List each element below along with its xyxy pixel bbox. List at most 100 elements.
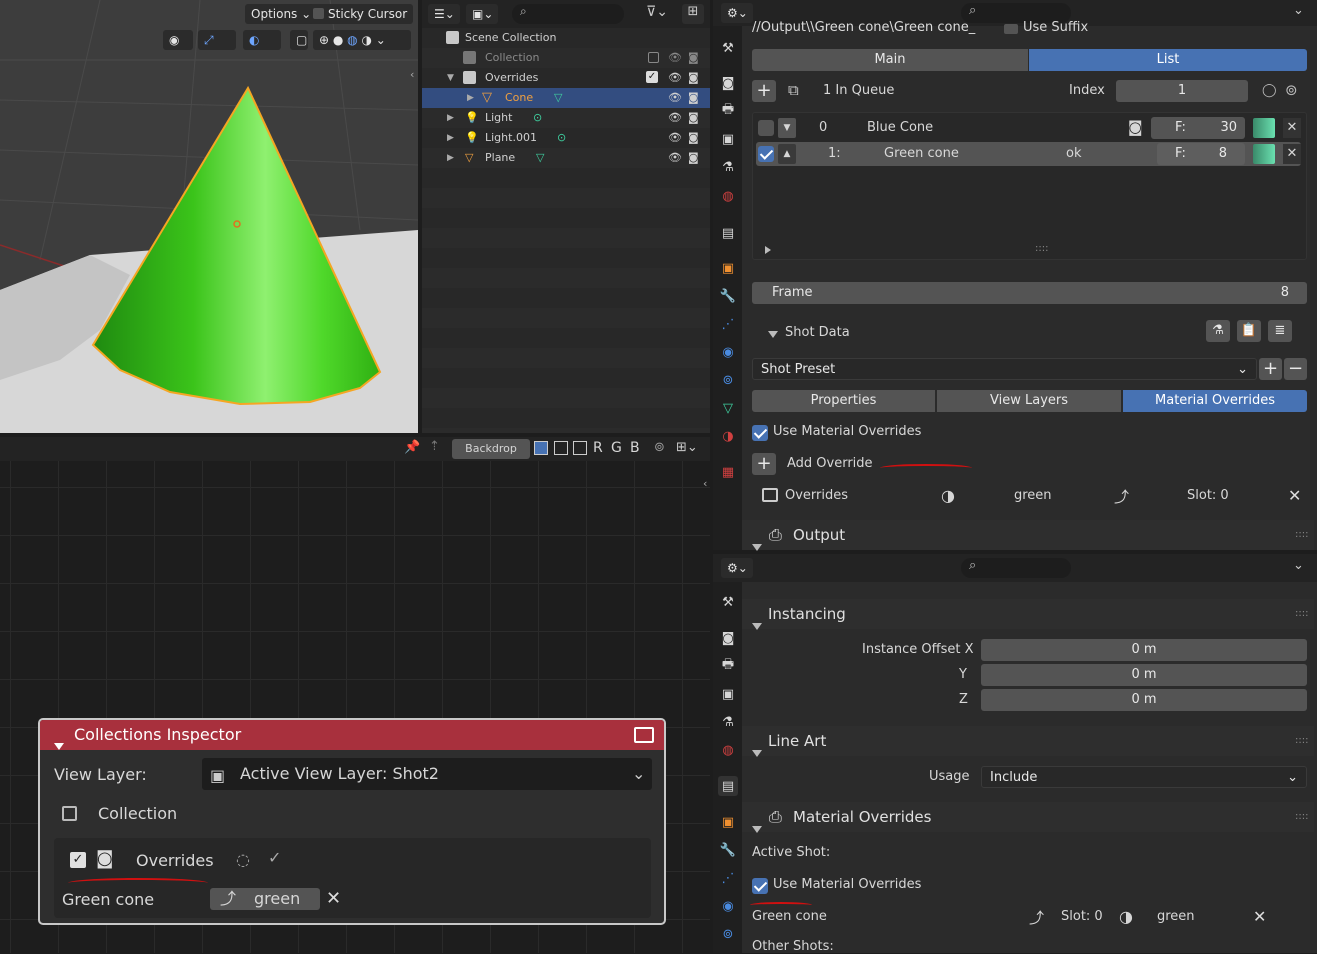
line-art-section-header[interactable]: Line Art :::: [742,726,1314,757]
green-channel-toggle[interactable]: G [611,440,622,456]
list-item[interactable]: ▲ 1: Green cone ok F: 8 ✕ [756,142,1301,166]
list-icon[interactable]: ≣ [1268,320,1292,342]
override-row[interactable]: Overrides ◑ green ⤴ Slot: 0 ✕ [752,484,1307,510]
duplicate-icon[interactable]: ⧉ [788,81,799,99]
remove-icon[interactable]: ✕ [1283,118,1301,138]
instance-offset-z-field[interactable]: 0 m [981,689,1307,711]
expand-arrow-icon[interactable]: ▶ [447,148,454,168]
move-down-icon[interactable]: ▼ [778,118,796,138]
collection-tab-icon[interactable]: ▤ [718,776,738,796]
snap-target-icon[interactable]: ⊞⌄ [676,440,698,455]
backdrop-button[interactable]: Backdrop [452,439,530,459]
eye-icon[interactable]: 👁 [668,68,682,88]
instance-offset-y-field[interactable]: 0 m [981,664,1307,686]
frame-field[interactable]: F: 30 [1151,117,1245,139]
light-data-icon[interactable]: ⊙ [533,108,542,128]
eye-icon[interactable]: 👁 [668,148,682,168]
scene-tab-icon[interactable]: ⚗ [718,712,738,732]
remove-preset-button[interactable]: − [1284,358,1307,380]
modifier-tab-icon[interactable]: 🔧 [718,286,738,306]
material-overrides-section-header[interactable]: ⎙ Material Overrides :::: [742,802,1314,833]
alpha-only-icon[interactable] [573,441,587,455]
paste-icon[interactable]: 📋 [1237,320,1261,342]
drag-handle-icon[interactable]: :::: [1295,520,1308,550]
eye-icon[interactable]: 👁 [668,48,682,68]
editor-type-icon[interactable]: ⚙⌄ [721,558,753,578]
view-layer-tab-icon[interactable]: ▣ [718,684,738,704]
material-field[interactable]: ⤴ green [210,888,320,910]
sidebar-toggle-icon[interactable]: ‹ [703,477,707,490]
usage-dropdown[interactable]: Include ⌄ [981,766,1307,788]
render-tab-icon[interactable]: ◙ [718,628,738,648]
list-item[interactable]: ▼ 0 Blue Cone ◙ F: 30 ✕ [756,117,1301,139]
collapse-arrow-icon[interactable] [752,623,762,630]
use-material-overrides-checkbox[interactable] [752,425,768,441]
collapse-arrow-icon[interactable] [768,331,778,338]
filter-icon[interactable]: ⊽⌄ [646,4,668,20]
collapse-arrow-icon[interactable] [54,743,64,750]
overlay-icon[interactable]: ◐ [243,30,281,50]
blue-channel-toggle[interactable]: B [630,440,640,456]
use-suffix-checkbox[interactable] [1004,24,1018,34]
world-tab-icon[interactable]: ◍ [718,186,738,206]
options-chevron-icon[interactable]: ⌄ [1293,558,1304,573]
light-data-icon[interactable]: ⊙ [557,128,566,148]
shading-modes[interactable]: ⊕ ● ◍ ◑ ⌄ [313,30,411,50]
instancing-section-header[interactable]: Instancing :::: [742,599,1314,630]
eye-icon[interactable]: 👁 [668,88,682,108]
tool-tab-icon[interactable]: ⚒ [718,38,738,58]
resize-grip-icon[interactable]: :::: [1035,243,1048,254]
sticky-cursor-toggle[interactable]: Sticky Cursor [309,4,414,24]
remove-icon[interactable]: ✕ [326,888,341,909]
camera-icon[interactable]: ◙ [96,848,113,869]
tab-list[interactable]: List [1029,49,1307,71]
scene-tab-icon[interactable]: ⚗ [718,157,738,177]
shot-preset-dropdown[interactable]: Shot Preset ⌄ [752,358,1257,380]
expand-arrow-icon[interactable]: ▶ [447,128,454,148]
output-section-header[interactable]: ⎙ Output :::: [742,520,1314,551]
pin-icon[interactable]: 📌 [404,440,420,455]
visibility-icon[interactable]: ◉ [163,30,193,50]
add-override-button[interactable]: + [752,453,776,475]
camera-icon[interactable]: ◙ [688,48,699,68]
frame-field[interactable]: Frame 8 [752,282,1307,304]
physics-tab-icon[interactable]: ◉ [718,342,738,362]
instance-offset-x-field[interactable]: 0 m [981,639,1307,661]
refresh-icon[interactable]: ◌ [236,850,250,869]
collapse-arrow-icon[interactable] [752,826,762,833]
shot-enable-checkbox[interactable] [758,146,774,162]
outliner-item-cone[interactable]: ▶ ▽ Cone ▽ 👁 ◙ [422,88,710,108]
display-mode-icon[interactable]: ☰⌄ [428,4,460,24]
expand-arrow-icon[interactable]: ▶ [447,108,454,128]
properties-search-input[interactable]: ⌕ [961,558,1071,578]
camera-icon[interactable]: ◙ [688,88,699,108]
gizmo-icon[interactable]: ⤢ [198,30,236,50]
move-up-icon[interactable]: ▲ [778,144,796,164]
inspector-header[interactable]: Collections Inspector [40,720,664,750]
options-dropdown[interactable]: Options ⌄ [245,4,318,24]
physics-tab-icon[interactable]: ◉ [718,896,738,916]
editor-type-icon[interactable]: ⚙⌄ [721,3,753,23]
drag-handle-icon[interactable]: :::: [1295,726,1308,756]
object-tab-icon[interactable]: ▣ [718,258,738,278]
checkmark-icon[interactable]: ✓ [268,848,281,867]
remove-icon[interactable]: ✕ [1253,907,1266,926]
sticky-cursor-checkbox[interactable] [313,8,324,19]
drag-handle-icon[interactable]: :::: [1295,802,1308,832]
drag-handle-icon[interactable]: :::: [1295,599,1308,629]
add-preset-button[interactable]: + [1259,358,1282,380]
expand-arrow-icon[interactable]: ▶ [467,88,474,108]
particles-tab-icon[interactable]: ⋰ [718,868,738,888]
outliner-item-plane[interactable]: ▶ ▽ Plane ▽ 👁 ◙ [422,148,710,168]
options-chevron-icon[interactable]: ⌄ [1293,3,1304,18]
sidebar-toggle-icon[interactable]: ‹ [410,68,414,81]
world-tab-icon[interactable]: ◍ [718,740,738,760]
camera-icon[interactable]: ◙ [688,68,699,88]
collection-tab-icon[interactable]: ▤ [718,223,738,243]
eye-icon[interactable]: 👁 [668,108,682,128]
use-material-overrides-checkbox[interactable] [752,878,768,894]
material-preview-icon[interactable]: ◍ [347,33,357,47]
camera-icon[interactable]: ◙ [688,108,699,128]
tab-view-layers[interactable]: View Layers [937,390,1121,412]
object-tab-icon[interactable]: ▣ [718,812,738,832]
